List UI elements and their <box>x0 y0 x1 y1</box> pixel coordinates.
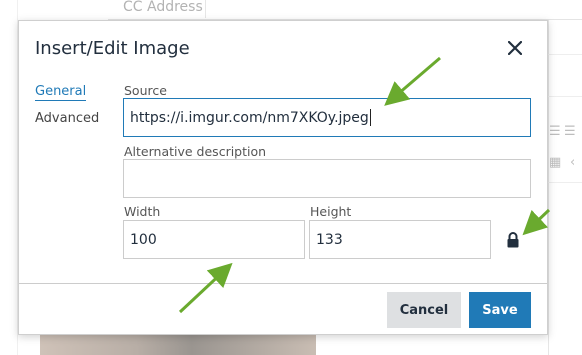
text-caret <box>369 109 371 126</box>
insert-edit-image-dialog: Insert/Edit Image General Advanced Sourc… <box>18 20 548 335</box>
cc-address-divider <box>205 0 220 18</box>
save-button[interactable]: Save <box>469 292 531 328</box>
source-value: https://i.imgur.com/nm7XKOy.jpeg <box>130 109 369 126</box>
alt-description-label: Alternative description <box>124 144 267 159</box>
toolbar-divider <box>548 182 582 183</box>
table-icon[interactable]: ▦ <box>549 155 561 170</box>
close-button[interactable] <box>503 36 527 60</box>
width-value: 100 <box>130 231 157 248</box>
toolbar-divider <box>548 54 582 55</box>
close-icon <box>508 41 522 55</box>
lock-icon <box>507 232 519 248</box>
editor-left-margin <box>0 0 18 355</box>
cc-address-placeholder: CC Address <box>123 0 203 15</box>
align-left-icon[interactable]: ☰ <box>549 124 561 139</box>
source-input[interactable]: https://i.imgur.com/nm7XKOy.jpeg <box>123 98 531 137</box>
height-value: 133 <box>316 231 343 248</box>
editor-toolbar-panel <box>548 20 582 355</box>
source-label: Source <box>124 83 167 98</box>
constrain-proportions-button[interactable] <box>506 231 522 249</box>
editor-image-preview <box>40 334 316 355</box>
height-input[interactable]: 133 <box>309 220 491 259</box>
chevron-left-icon[interactable]: ‹ <box>570 155 575 170</box>
tab-general[interactable]: General <box>35 84 87 101</box>
align-right-icon[interactable]: ☰ <box>564 124 576 139</box>
dialog-footer <box>19 283 547 335</box>
dialog-title: Insert/Edit Image <box>35 38 190 59</box>
alt-description-input[interactable] <box>123 159 531 198</box>
width-label: Width <box>124 204 161 219</box>
height-label: Height <box>310 204 352 219</box>
cancel-button[interactable]: Cancel <box>387 292 461 328</box>
toolbar-divider <box>548 96 582 97</box>
width-input[interactable]: 100 <box>123 220 305 259</box>
tab-advanced[interactable]: Advanced <box>35 111 99 126</box>
